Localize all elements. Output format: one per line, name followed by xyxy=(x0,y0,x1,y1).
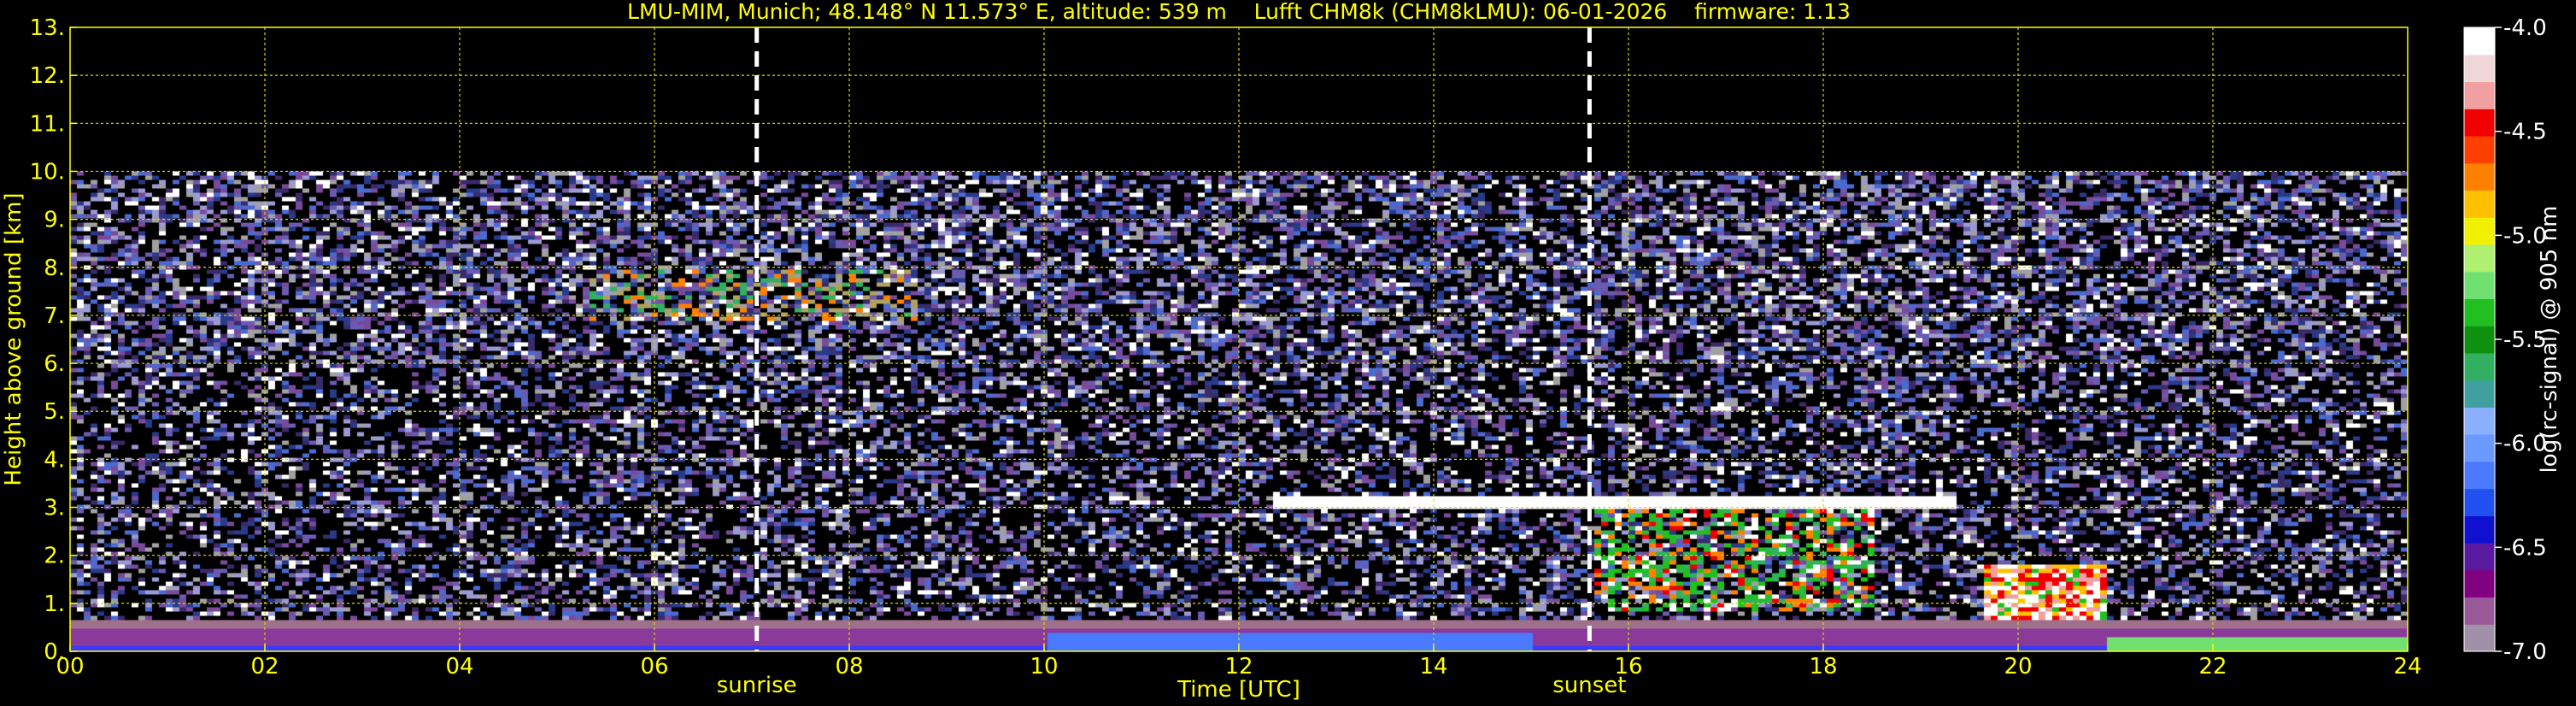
colorbar-segment xyxy=(2464,27,2495,56)
colorbar-segment xyxy=(2464,298,2495,327)
colorbar-segment xyxy=(2464,461,2495,490)
x-tick-label: 22 xyxy=(2198,654,2227,680)
colorbar-tick-label: -4.0 xyxy=(2503,15,2547,41)
x-axis-label: Time [UTC] xyxy=(1177,677,1300,703)
x-tick-label: 18 xyxy=(1809,654,1837,680)
y-tick-label: 2. xyxy=(44,544,65,569)
colorbar-segment xyxy=(2464,217,2495,245)
ceilometer-chart: sunrise sunset 00 02 04 06 08 10 12 14 16 18 20 22 24… xyxy=(1,0,2562,703)
colorbar-tick-label: -6.5 xyxy=(2503,535,2547,561)
x-tick-label: 10 xyxy=(1030,654,1058,680)
colorbar-tick-label: -4.5 xyxy=(2503,120,2547,145)
colorbar-segment xyxy=(2464,352,2495,381)
colorbar-segment xyxy=(2464,407,2495,435)
colorbar-segment xyxy=(2464,109,2495,137)
colorbar-segment xyxy=(2464,135,2495,164)
y-tick-label: 1. xyxy=(44,591,65,617)
y-tick-label: 8. xyxy=(44,256,65,281)
x-tick-label: 16 xyxy=(1614,654,1642,680)
colorbar-segment xyxy=(2464,271,2495,299)
colorbar-segment xyxy=(2464,81,2495,109)
y-tick-label: 6. xyxy=(44,351,65,377)
x-tick-label: 24 xyxy=(2393,654,2421,680)
colorbar-segment xyxy=(2464,54,2495,83)
x-tick-label: 06 xyxy=(640,654,668,680)
colorbar-segment xyxy=(2464,515,2495,544)
colorbar-segment xyxy=(2464,379,2495,408)
x-tick-label: 12 xyxy=(1224,654,1253,680)
y-tick-label: 0. xyxy=(44,639,65,665)
y-tick-label: 9. xyxy=(44,208,65,233)
y-tick-label: 3. xyxy=(44,496,65,521)
colorbar-segment xyxy=(2464,543,2495,571)
x-tick-label: 08 xyxy=(835,654,863,680)
colorbar-segment xyxy=(2464,569,2495,598)
chart-title: LMU-MIM, Munich; 48.148° N 11.573° E, al… xyxy=(627,0,1851,24)
x-tick-label: 20 xyxy=(2004,654,2032,680)
y-tick-label: 7. xyxy=(44,303,65,329)
y-axis-label: Height above ground [km] xyxy=(1,192,26,485)
sunrise-label: sunrise xyxy=(717,673,797,698)
y-tick-label: 12. xyxy=(30,63,65,89)
y-tick-label: 5. xyxy=(44,399,65,425)
colorbar-segment xyxy=(2464,326,2495,354)
colorbar-segment xyxy=(2464,162,2495,191)
colorbar-segment xyxy=(2464,190,2495,218)
y-tick-label: 11. xyxy=(30,111,65,137)
colorbar-segment xyxy=(2464,434,2495,462)
y-tick-label: 4. xyxy=(44,447,65,473)
y-tick-label: 13. xyxy=(30,15,65,41)
colorbar-label: log(rc-signal) @ 905 nm xyxy=(2537,206,2562,474)
colorbar-segment xyxy=(2464,597,2495,625)
colorbar-segment xyxy=(2464,488,2495,516)
x-tick-label: 14 xyxy=(1419,654,1447,680)
colorbar-tick-label: -7.0 xyxy=(2503,639,2547,665)
colorbar: -4.0-4.5-5.0-5.5-6.0-6.5-7.0 xyxy=(2463,15,2547,665)
y-tick-label: 10. xyxy=(30,159,65,185)
x-tick-label: 04 xyxy=(445,654,473,680)
colorbar-segment xyxy=(2464,244,2495,273)
colorbar-segment xyxy=(2464,624,2495,652)
x-tick-label: 02 xyxy=(250,654,279,680)
